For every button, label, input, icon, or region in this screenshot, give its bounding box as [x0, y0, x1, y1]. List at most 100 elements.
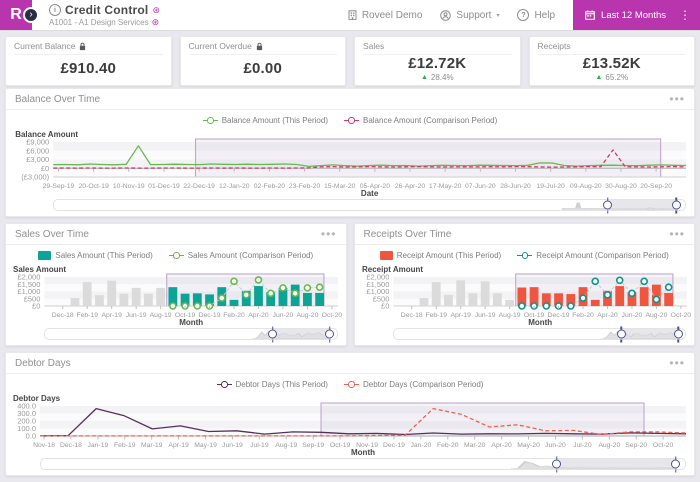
debtor-chart-area[interactable]: Debtor Days400.0300.0200.0100.00.0Nov-18… [8, 392, 692, 456]
panel-menu-icon[interactable]: ••• [669, 358, 685, 368]
svg-text:01-Dec-19: 01-Dec-19 [148, 183, 180, 190]
series-swatch-icon [38, 251, 51, 260]
svg-text:20-Sep-20: 20-Sep-20 [640, 183, 672, 190]
legend-item[interactable]: Balance Amount (This Period) [203, 116, 328, 125]
slider-preview-sparkline [394, 329, 685, 339]
chart-legend: Balance Amount (This Period) Balance Amou… [6, 112, 694, 128]
sidebar-expand-button[interactable]: › [23, 7, 39, 23]
nav-support-menu[interactable]: Support ▾ [440, 10, 499, 21]
slider-handle-left[interactable] [603, 201, 612, 210]
legend-label: Debtor Days (This Period) [236, 380, 328, 389]
debtor-range-slider[interactable] [40, 458, 686, 470]
legend-item[interactable]: Receipt Amount (Comparison Period) [517, 251, 669, 260]
slider-handle-right[interactable] [674, 330, 683, 339]
sales-chart-area[interactable]: Sales Amount£2,000£1,500£1,000£500£0Dec-… [8, 263, 344, 326]
svg-text:26-Apr-20: 26-Apr-20 [395, 183, 425, 190]
sales-range-slider[interactable] [44, 328, 337, 340]
svg-text:10-Nov-19: 10-Nov-19 [113, 183, 145, 190]
balance-range-slider[interactable] [53, 199, 686, 211]
legend-item[interactable]: Debtor Days (This Period) [217, 380, 328, 389]
lock-icon [256, 42, 263, 51]
slider-handle-right[interactable] [325, 330, 334, 339]
svg-text:Feb-19: Feb-19 [76, 312, 98, 319]
svg-text:Feb-20: Feb-20 [572, 312, 594, 319]
svg-text:Feb-19: Feb-19 [114, 442, 136, 449]
panel-menu-icon[interactable]: ••• [321, 229, 337, 239]
legend-label: Sales Amount (This Period) [55, 251, 152, 260]
svg-text:19-Jul-20: 19-Jul-20 [536, 183, 565, 190]
calendar-icon [585, 10, 595, 20]
kpi-card-sales[interactable]: Sales £12.72K ▲ 28.4% [354, 36, 521, 86]
svg-text:Oct-19: Oct-19 [330, 442, 351, 449]
svg-text:Apr-20: Apr-20 [491, 442, 512, 449]
svg-text:Aug-20: Aug-20 [296, 312, 318, 319]
more-options-button[interactable]: ⋮ [670, 0, 700, 30]
svg-text:Aug-20: Aug-20 [598, 442, 620, 449]
svg-text:Apr-19: Apr-19 [101, 312, 122, 319]
nav-help[interactable]: ? Help [517, 9, 555, 21]
svg-text:Jun-19: Jun-19 [222, 442, 243, 449]
legend-item[interactable]: Receipt Amount (This Period) [380, 251, 502, 260]
panel-menu-icon[interactable]: ••• [669, 94, 685, 104]
slider-handle-right[interactable] [671, 460, 680, 469]
panel-title: Debtor Days [15, 358, 71, 369]
legend-item[interactable]: Balance Amount (Comparison Period) [344, 116, 497, 125]
kpi-card-receipts[interactable]: Receipts £13.52K ▲ 65.2% [529, 36, 696, 86]
svg-text:Apr-19: Apr-19 [450, 312, 471, 319]
kpi-card-current-overdue[interactable]: Current Overdue £0.00 [180, 36, 347, 86]
period-selector-button[interactable]: Last 12 Months [573, 0, 670, 30]
svg-text:22-Dec-19: 22-Dec-19 [183, 183, 215, 190]
svg-text:Jul-19: Jul-19 [250, 442, 269, 449]
svg-text:Jan-19: Jan-19 [87, 442, 108, 449]
series-swatch-icon [380, 251, 393, 260]
series-marker-icon [344, 116, 359, 125]
svg-text:£0: £0 [32, 302, 40, 311]
series-marker-icon [344, 380, 359, 389]
kpi-delta-value: 65.2% [605, 73, 628, 82]
svg-text:Jun-20: Jun-20 [273, 312, 294, 319]
svg-text:£9,000: £9,000 [26, 138, 49, 147]
slider-handle-left[interactable] [617, 330, 626, 339]
chart-legend: Sales Amount (This Period) Sales Amount (… [6, 247, 346, 263]
svg-text:Apr-19: Apr-19 [168, 442, 189, 449]
svg-text:Date: Date [361, 189, 379, 197]
legend-label: Receipt Amount (This Period) [397, 251, 502, 260]
svg-text:£0: £0 [41, 164, 49, 173]
nav-company-menu[interactable]: Roveel Demo [348, 10, 423, 21]
slider-handle-right[interactable] [672, 201, 681, 210]
svg-text:02-Feb-20: 02-Feb-20 [254, 183, 286, 190]
slider-handle-left[interactable] [268, 330, 277, 339]
slider-preview-sparkline [41, 459, 685, 469]
receipts-chart-area[interactable]: Receipt Amount£2,000£1,500£1,000£500£0De… [357, 263, 693, 326]
svg-text:29-Sep-19: 29-Sep-19 [43, 183, 75, 190]
svg-text:£6,000: £6,000 [26, 146, 49, 155]
legend-item[interactable]: Debtor Days (Comparison Period) [344, 380, 484, 389]
receipts-range-slider[interactable] [393, 328, 686, 340]
info-icon[interactable]: i [49, 4, 61, 16]
svg-text:Month: Month [528, 318, 552, 326]
panel-menu-icon[interactable]: ••• [669, 229, 685, 239]
svg-text:(£3,000): (£3,000) [21, 173, 49, 182]
company-settings-icon[interactable]: ⊛ [152, 18, 160, 27]
kpi-card-current-balance[interactable]: Current Balance £910.40 [5, 36, 172, 86]
svg-text:07-Jun-20: 07-Jun-20 [465, 183, 496, 190]
svg-text:Oct-20: Oct-20 [653, 442, 674, 449]
svg-text:23-Feb-20: 23-Feb-20 [289, 183, 321, 190]
series-marker-icon [517, 251, 532, 260]
dashboard-settings-icon[interactable]: ⊛ [152, 6, 160, 15]
svg-text:30-Aug-20: 30-Aug-20 [605, 183, 637, 190]
trend-up-icon: ▲ [421, 74, 428, 82]
balance-chart-area[interactable]: Balance Amount£9,000£6,000£3,000£0(£3,00… [8, 128, 692, 197]
svg-text:Feb-19: Feb-19 [425, 312, 447, 319]
legend-label: Balance Amount (This Period) [222, 116, 328, 125]
debtor-days-panel: Debtor Days ••• Debtor Days (This Period… [5, 352, 695, 476]
kpi-label: Receipts [538, 41, 571, 51]
legend-item[interactable]: Sales Amount (This Period) [38, 251, 152, 260]
legend-item[interactable]: Sales Amount (Comparison Period) [169, 251, 313, 260]
slider-handle-left[interactable] [552, 460, 561, 469]
svg-text:Jun-20: Jun-20 [621, 312, 642, 319]
svg-text:Jun-19: Jun-19 [126, 312, 147, 319]
series-marker-icon [169, 251, 184, 260]
kpi-row: Current Balance £910.40 Current Overdue [5, 36, 695, 82]
nav-company-label: Roveel Demo [362, 10, 423, 21]
